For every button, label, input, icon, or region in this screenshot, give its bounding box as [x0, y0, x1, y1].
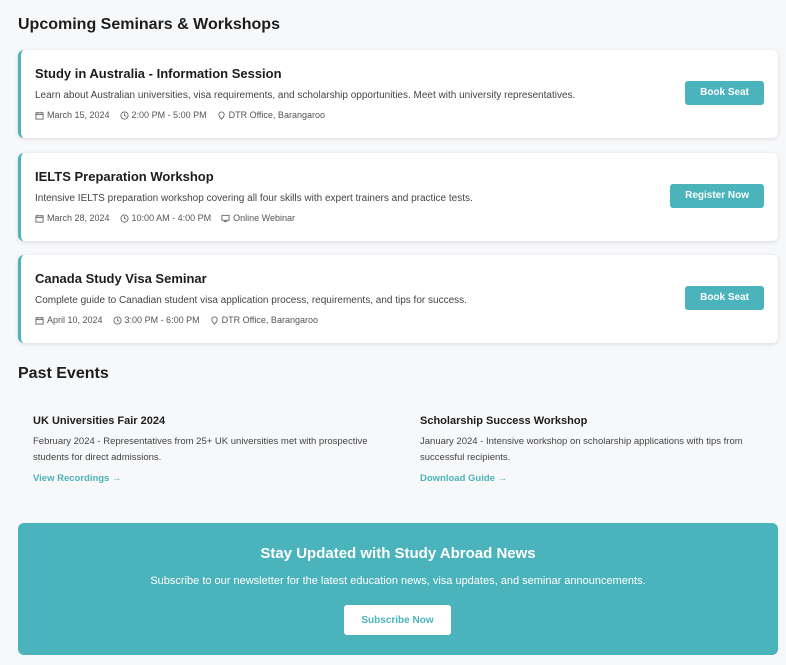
event-location-text: DTR Office, Barangaroo: [228, 110, 325, 120]
event-date: March 15, 2024: [35, 110, 110, 120]
clock-icon: [119, 110, 129, 120]
event-date-text: March 28, 2024: [47, 213, 110, 223]
event-description: Learn about Australian universities, vis…: [35, 90, 576, 101]
past-event-item: UK Universities Fair 2024 February 2024 …: [33, 407, 393, 486]
event-title: Canada Study Visa Seminar: [35, 271, 207, 286]
monitor-icon: [221, 214, 230, 222]
event-description: Complete guide to Canadian student visa …: [35, 295, 467, 306]
calendar-icon: [35, 316, 44, 325]
calendar-icon: [35, 214, 44, 223]
past-event-title: Scholarship Success Workshop: [420, 415, 588, 427]
event-location: Online Webinar: [221, 213, 295, 223]
calendar-icon: [35, 111, 44, 120]
view-recordings-link[interactable]: View Recordings →: [33, 473, 122, 484]
book-seat-button[interactable]: Book Seat: [685, 81, 764, 105]
page: Upcoming Seminars & Workshops Study in A…: [0, 0, 786, 665]
map-pin-icon: [210, 316, 218, 325]
event-meta: March 28, 2024 10:00 AM - 4:00 PM Online…: [35, 213, 305, 223]
event-title: IELTS Preparation Workshop: [35, 169, 214, 184]
event-time: 10:00 AM - 4:00 PM: [119, 213, 212, 223]
event-location: DTR Office, Barangaroo: [217, 110, 325, 120]
download-guide-link[interactable]: Download Guide →: [420, 473, 507, 484]
event-date-text: April 10, 2024: [47, 315, 103, 325]
event-time-text: 2:00 PM - 5:00 PM: [131, 110, 207, 120]
event-card: IELTS Preparation Workshop Intensive IEL…: [18, 153, 778, 241]
event-card: Canada Study Visa Seminar Complete guide…: [18, 255, 778, 343]
newsletter-title: Stay Updated with Study Abroad News: [260, 545, 536, 562]
event-time: 2:00 PM - 5:00 PM: [119, 110, 207, 120]
event-date: April 10, 2024: [35, 315, 103, 325]
event-location-text: DTR Office, Barangaroo: [221, 315, 318, 325]
map-pin-icon: [217, 111, 225, 120]
event-meta: April 10, 2024 3:00 PM - 6:00 PM DTR Off…: [35, 315, 328, 325]
event-date-text: March 15, 2024: [47, 110, 110, 120]
past-event-item: Scholarship Success Workshop January 202…: [420, 407, 780, 486]
newsletter-description: Subscribe to our newsletter for the late…: [150, 575, 646, 587]
past-events-section-title: Past Events: [18, 365, 109, 382]
newsletter-banner: Stay Updated with Study Abroad News Subs…: [18, 523, 778, 655]
event-time: 3:00 PM - 6:00 PM: [112, 315, 200, 325]
past-event-description: February 2024 - Representatives from 25+…: [33, 436, 368, 463]
past-event-title: UK Universities Fair 2024: [33, 415, 166, 427]
past-event-description: January 2024 - Intensive workshop on sch…: [420, 436, 743, 463]
event-title: Study in Australia - Information Session: [35, 66, 282, 81]
event-location: DTR Office, Barangaroo: [210, 315, 318, 325]
event-location-text: Online Webinar: [233, 213, 295, 223]
upcoming-section-title: Upcoming Seminars & Workshops: [18, 16, 280, 33]
book-seat-button[interactable]: Book Seat: [685, 286, 764, 310]
event-description: Intensive IELTS preparation workshop cov…: [35, 193, 473, 204]
event-meta: March 15, 2024 2:00 PM - 5:00 PM DTR Off…: [35, 110, 335, 120]
register-now-button[interactable]: Register Now: [670, 184, 764, 208]
subscribe-button[interactable]: Subscribe Now: [344, 605, 451, 635]
event-time-text: 3:00 PM - 6:00 PM: [124, 315, 200, 325]
event-time-text: 10:00 AM - 4:00 PM: [131, 213, 212, 223]
clock-icon: [112, 315, 122, 325]
event-date: March 28, 2024: [35, 213, 110, 223]
clock-icon: [119, 213, 129, 223]
event-card: Study in Australia - Information Session…: [18, 50, 778, 138]
